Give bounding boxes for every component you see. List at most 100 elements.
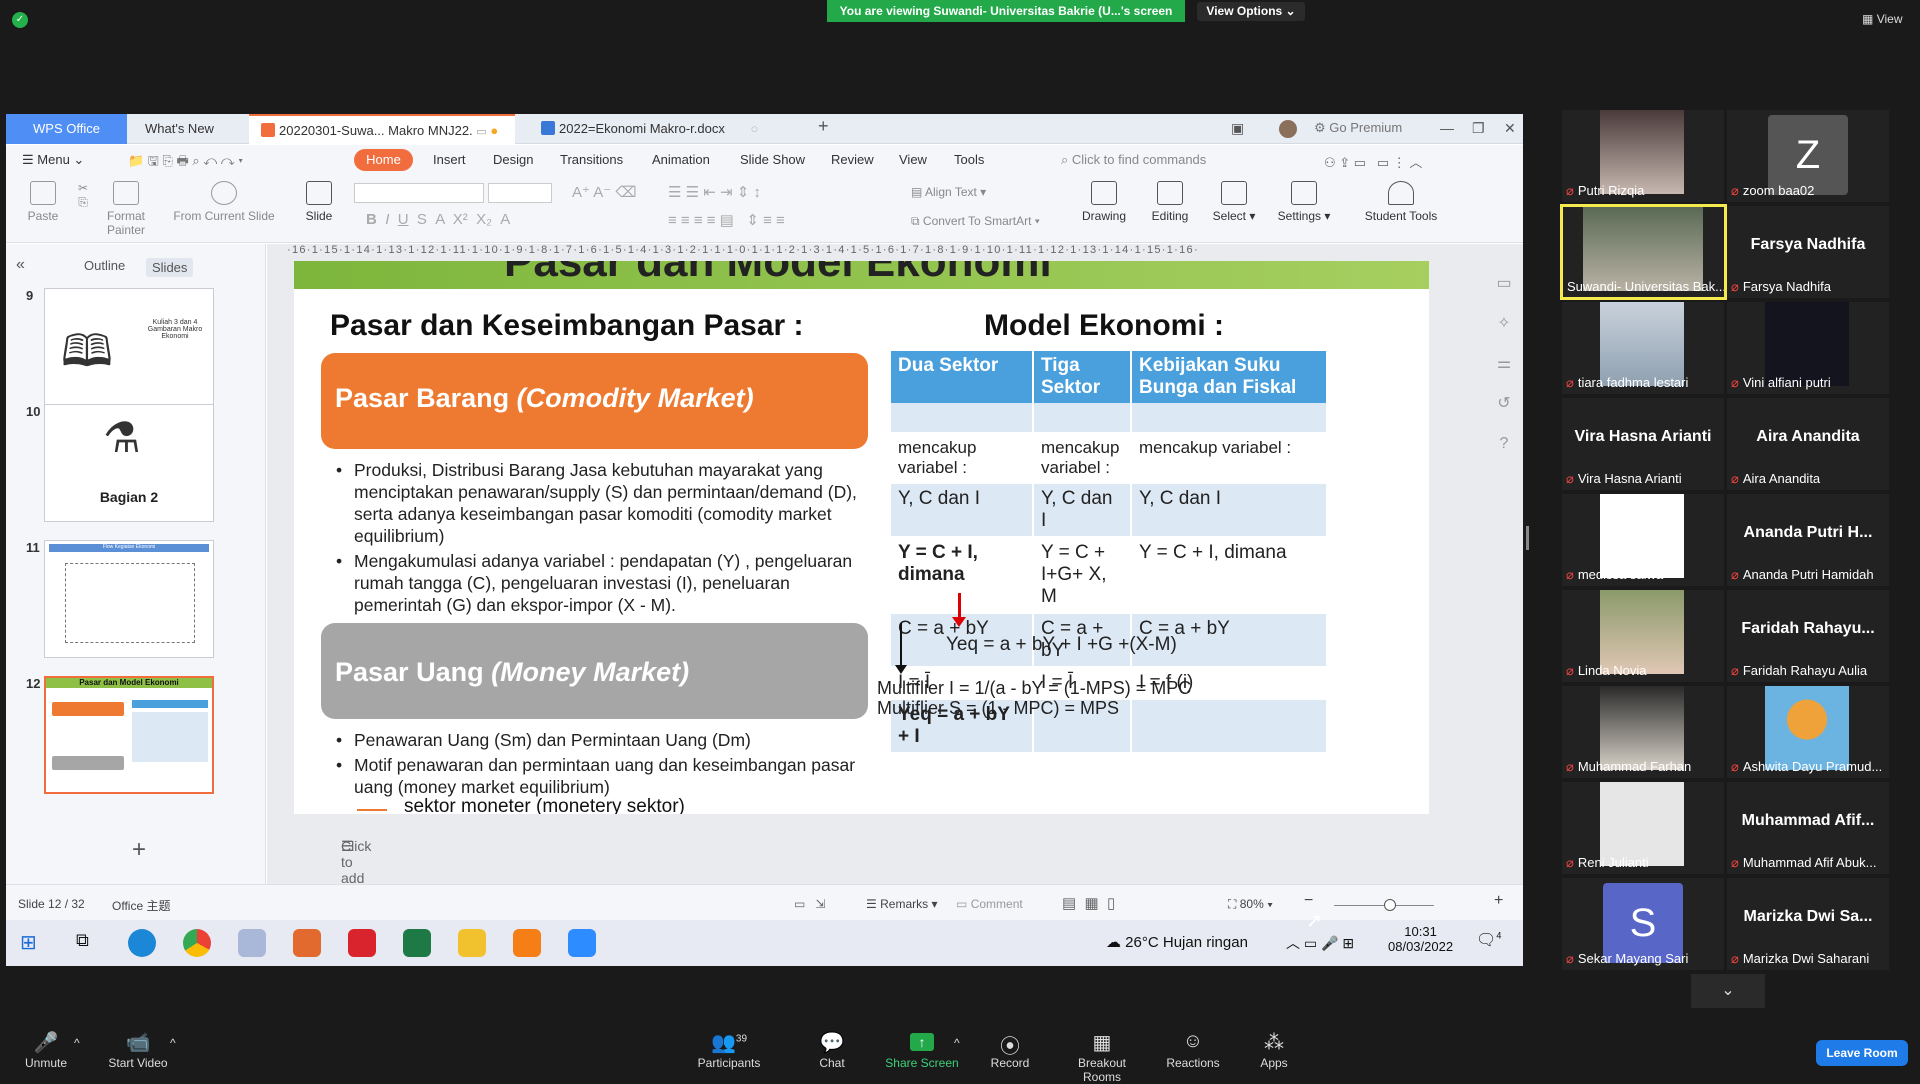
unmute-button[interactable]: 🎤 Unmute bbox=[18, 1030, 74, 1070]
record-button[interactable]: ⦿ Record bbox=[988, 1030, 1032, 1070]
wps-office-tab[interactable]: WPS Office bbox=[6, 114, 127, 144]
settings-button[interactable]: Settings ▾ bbox=[1272, 181, 1336, 223]
cut-copy-icons[interactable]: ✂ ⎘ bbox=[68, 181, 98, 210]
participants-button[interactable]: 👥39 Participants bbox=[690, 1030, 768, 1070]
participant-tile[interactable]: Z ⌀ zoom baa02 bbox=[1727, 110, 1889, 202]
add-slide-icon[interactable]: + bbox=[132, 836, 146, 864]
share-screen-button[interactable]: ↑ Share Screen bbox=[884, 1030, 960, 1070]
chevron-down-icon[interactable]: ⌄ bbox=[1691, 974, 1765, 1008]
go-premium-button[interactable]: ⚙ Go Premium bbox=[1314, 120, 1402, 136]
powerpoint-icon[interactable] bbox=[293, 929, 321, 957]
menu-design[interactable]: Design bbox=[493, 152, 533, 167]
share-options-chevron[interactable]: ^ bbox=[954, 1036, 960, 1050]
participant-tile[interactable]: S ⌀ Sekar Mayang Sari bbox=[1562, 878, 1724, 970]
excel-icon[interactable] bbox=[403, 929, 431, 957]
list-icons[interactable]: ☰ ☰ ⇤ ⇥ ⇕ ↕ bbox=[668, 183, 761, 201]
breakout-rooms-button[interactable]: ▦ Breakout Rooms bbox=[1058, 1030, 1146, 1084]
participant-tile[interactable]: Aira Ananditа ⌀ Aira Ananditа bbox=[1727, 398, 1889, 490]
slide-thumbnail-9[interactable]: 🕮 Kuliah 3 dan 4 Gambaran Makro Ekonomi bbox=[44, 288, 214, 406]
participant-tile[interactable]: Muhammad Afif... ⌀ Muhammad Afif Abuk... bbox=[1727, 782, 1889, 874]
zoom-in-icon[interactable]: + bbox=[1494, 892, 1503, 910]
right-side-toolbar[interactable]: ▭ ✧ ⚌ ↺? bbox=[1491, 264, 1517, 464]
media-player-icon[interactable] bbox=[513, 929, 541, 957]
weather-widget[interactable]: ☁ 26°C Hujan ringan bbox=[1106, 933, 1248, 951]
view-mode-icons[interactable]: ▤ ▦ ▯ bbox=[1062, 894, 1115, 912]
participant-tile[interactable]: ⌀ Reni Julianti bbox=[1562, 782, 1724, 874]
splitter-handle[interactable] bbox=[1526, 526, 1529, 550]
video-options-chevron[interactable]: ^ bbox=[170, 1036, 176, 1050]
ribbon-right-icons[interactable]: ⚇ ⇪ ▭ ▭ ⋮ ︿ bbox=[1324, 152, 1422, 171]
from-current-slide-button[interactable]: From Current Slide bbox=[164, 181, 284, 223]
font-size-icons[interactable]: A⁺ A⁻ ⌫ bbox=[572, 183, 637, 201]
text-format-icons[interactable]: B I U S A X² X₂ A bbox=[366, 211, 510, 228]
new-tab-plus-icon[interactable]: + bbox=[818, 116, 829, 137]
student-tools-button[interactable]: Student Tools bbox=[1356, 181, 1446, 223]
slide-thumbnail-12[interactable]: Pasar dan Model Ekonomi bbox=[44, 676, 214, 794]
tab-close-icon[interactable]: ○ bbox=[750, 121, 758, 136]
collapse-panel-icon[interactable]: « bbox=[16, 256, 25, 274]
participant-tile[interactable]: Vira Hasna Arianti ⌀ Vira Hasna Arianti bbox=[1562, 398, 1724, 490]
drawing-button[interactable]: Drawing bbox=[1076, 181, 1132, 223]
quick-access-toolbar[interactable]: 📁 🖫 ⎘ 🖶 ⌕ ↶ ↷ ▾ bbox=[128, 152, 243, 174]
start-video-button[interactable]: 📹 Start Video bbox=[104, 1030, 172, 1070]
task-view-icon[interactable]: ⧉ bbox=[76, 930, 89, 951]
participant-tile[interactable]: Faridah Rahayu... ⌀ Faridah Rahayu Aulia bbox=[1727, 590, 1889, 682]
zoom-fit-button[interactable]: ⛶ 80% ▾ bbox=[1228, 897, 1273, 912]
convert-smartart-button[interactable]: ⧉ Convert To SmartArt ▾ bbox=[911, 214, 1061, 229]
tab-slides[interactable]: Slides bbox=[146, 258, 194, 277]
chrome-icon[interactable] bbox=[183, 929, 211, 957]
participant-tile[interactable]: ⌀ Linda Novia bbox=[1562, 590, 1724, 682]
menu-home[interactable]: Home bbox=[354, 149, 413, 171]
font-name-select[interactable] bbox=[354, 183, 484, 203]
close-icon[interactable]: ✕ bbox=[1504, 120, 1516, 137]
restore-icon[interactable]: ❐ bbox=[1472, 120, 1485, 137]
edge-icon[interactable] bbox=[128, 929, 156, 957]
window-layout-icon[interactable]: ▣ bbox=[1231, 120, 1244, 137]
leave-room-button[interactable]: Leave Room bbox=[1816, 1040, 1908, 1066]
participant-tile[interactable]: ⌀ Muhammad Farhan bbox=[1562, 686, 1724, 778]
app-icon[interactable] bbox=[238, 929, 266, 957]
participant-tile[interactable]: ⌀ Putri Rizqia bbox=[1562, 110, 1724, 202]
audio-options-chevron[interactable]: ^ bbox=[74, 1036, 80, 1050]
zoom-app-icon[interactable] bbox=[568, 929, 596, 957]
participant-tile[interactable]: ⌀ medissa salwa bbox=[1562, 494, 1724, 586]
menu-slide-show[interactable]: Slide Show bbox=[740, 152, 805, 167]
select-button[interactable]: Select ▾ bbox=[1206, 181, 1262, 223]
tab-document[interactable]: 2022=Ekonomi Makro-r.docx ○ bbox=[529, 114, 799, 144]
slide-thumbnail-11[interactable]: Flow Kegiatan Ekonomi bbox=[44, 540, 214, 658]
alignment-icons[interactable]: ≡ ≡ ≡ ≡ ▤ ⇕ ≡ ≡ bbox=[668, 211, 785, 229]
menu-review[interactable]: Review bbox=[831, 152, 874, 167]
participant-tile-active-speaker[interactable]: Suwandi- Universitas Bak... bbox=[1560, 204, 1727, 300]
menu-insert[interactable]: Insert bbox=[433, 152, 466, 167]
find-commands-input[interactable]: ⌕ Click to find commands bbox=[1061, 152, 1206, 168]
participant-tile[interactable]: Ananda Putri H... ⌀ Ananda Putri Hamidah bbox=[1727, 494, 1889, 586]
paste-button[interactable]: Paste bbox=[18, 181, 68, 223]
tab-outline[interactable]: Outline bbox=[84, 258, 125, 273]
reactions-button[interactable]: ☺ Reactions bbox=[1166, 1030, 1220, 1070]
menu-animation[interactable]: Animation bbox=[652, 152, 710, 167]
status-icons[interactable]: ▭ ⇲ bbox=[794, 897, 825, 911]
menu-view[interactable]: View bbox=[899, 152, 927, 167]
view-options-button[interactable]: View Options ⌄ bbox=[1197, 2, 1305, 21]
zoom-slider-handle[interactable] bbox=[1384, 899, 1396, 911]
tray-icons[interactable]: ︿ ▭ 🎤 ⊞ bbox=[1286, 933, 1354, 953]
format-painter-button[interactable]: Format Painter bbox=[98, 181, 154, 237]
participant-tile[interactable]: Farsya Nadhifa ⌀ Farsya Nadhifa bbox=[1727, 206, 1889, 298]
menu-tools[interactable]: Tools bbox=[954, 152, 984, 167]
notes-area[interactable]: ☰ Click to add notes bbox=[267, 826, 1523, 902]
comment-button[interactable]: ▭ Comment bbox=[956, 897, 1023, 911]
participant-tile[interactable]: ⌀ Ashwita Dayu Pramud... bbox=[1727, 686, 1889, 778]
chat-button[interactable]: 💬 Chat bbox=[812, 1030, 852, 1070]
slide-thumbnail-10[interactable]: ⚗ Bagian 2 bbox=[44, 404, 214, 522]
participant-tile[interactable]: ⌀ Vini alfiani putri bbox=[1727, 302, 1889, 394]
view-button[interactable]: ▦ View bbox=[1862, 12, 1902, 26]
slide-canvas[interactable]: Pasar dan Model Ekonomi Pasar dan Keseim… bbox=[294, 261, 1429, 814]
align-text-button[interactable]: ▤ Align Text ▾ bbox=[911, 185, 1006, 199]
editing-button[interactable]: Editing bbox=[1142, 181, 1198, 223]
clock[interactable]: 10:31 08/03/2022 bbox=[1388, 924, 1453, 954]
new-slide-button[interactable]: Slide bbox=[302, 181, 336, 223]
tab-whats-new[interactable]: What's New bbox=[133, 114, 214, 144]
menu-button[interactable]: ☰ Menu ⌄ bbox=[22, 152, 84, 168]
avatar[interactable] bbox=[1279, 120, 1297, 138]
windows-start-icon[interactable]: ⊞ bbox=[20, 930, 37, 955]
